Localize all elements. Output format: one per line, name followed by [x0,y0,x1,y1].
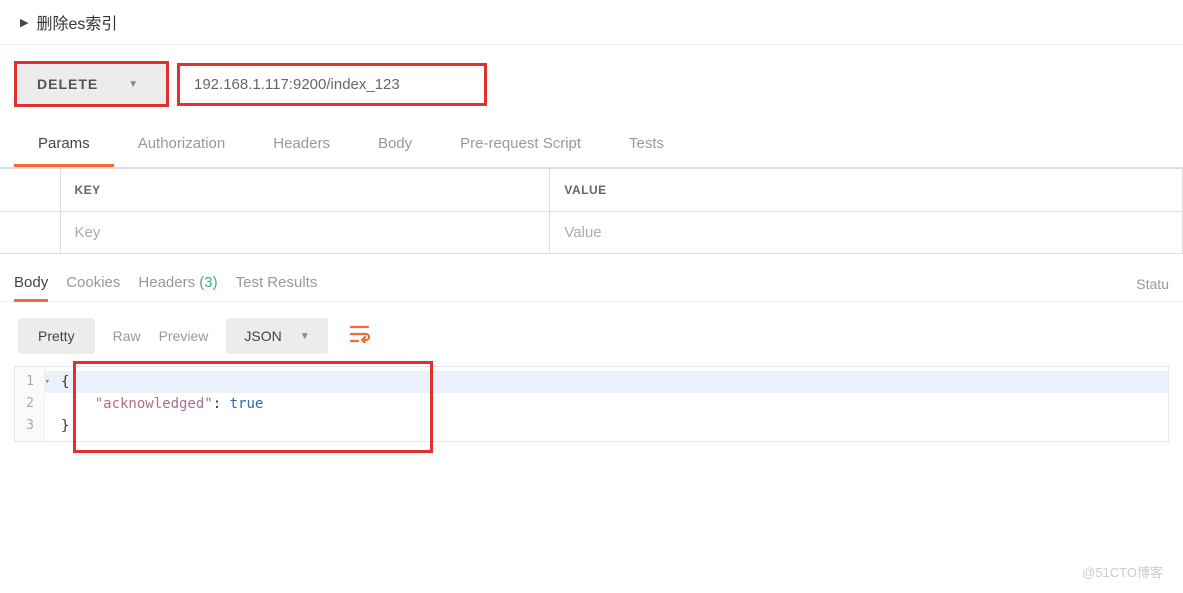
request-tabs: Params Authorization Headers Body Pre-re… [0,123,1183,168]
key-input[interactable]: Key [60,212,550,254]
line-number[interactable]: 1 [19,371,40,393]
chevron-down-icon: ▼ [300,331,310,342]
tab-test-results[interactable]: Test Results [236,266,318,302]
value-input[interactable]: Value [550,212,1183,254]
code-line: "acknowledged": true [45,393,1168,415]
params-table: KEY VALUE Key Value [0,168,1183,254]
value-column-header: VALUE [550,169,1183,212]
tab-body[interactable]: Body [354,123,436,167]
tab-headers[interactable]: Headers [249,123,354,167]
line-number: 3 [19,415,40,437]
preview-button[interactable]: Preview [159,328,209,344]
url-input[interactable]: 192.168.1.117:9200/index_123 [177,63,487,106]
json-value: true [230,396,264,412]
watermark: @51CTO博客 [1082,562,1163,581]
line-number: 2 [19,393,40,415]
key-column-header: KEY [60,169,550,212]
response-tabs: Body Cookies Headers (3) Test Results St… [0,254,1183,302]
code-line: } [45,415,1168,437]
format-label: JSON [244,328,281,344]
tab-response-headers[interactable]: Headers (3) [138,266,217,302]
json-key: "acknowledged" [95,396,213,412]
request-header: ▶ 删除es索引 [0,0,1183,45]
request-title: 删除es索引 [36,10,117,34]
status-label: Statu [1136,276,1169,292]
collapse-triangle-icon[interactable]: ▶ [20,16,28,29]
headers-count: (3) [199,274,217,291]
chevron-down-icon: ▼ [128,79,138,90]
response-body-code: 1 2 3 { "acknowledged": true } [14,366,1169,442]
http-method-label: DELETE [37,76,98,92]
pretty-button[interactable]: Pretty [18,318,95,354]
tab-response-cookies[interactable]: Cookies [66,266,120,302]
checkbox-col [0,169,60,212]
tab-params[interactable]: Params [14,123,114,167]
format-dropdown[interactable]: JSON ▼ [226,318,327,354]
tab-response-body[interactable]: Body [14,266,48,302]
http-method-dropdown[interactable]: DELETE ▼ [14,61,169,107]
checkbox-cell[interactable] [0,212,60,254]
wrap-lines-icon[interactable] [346,321,376,352]
tab-tests[interactable]: Tests [605,123,688,167]
raw-button[interactable]: Raw [113,328,141,344]
response-toolbar: Pretty Raw Preview JSON ▼ [0,302,1183,366]
code-content[interactable]: { "acknowledged": true } [45,367,1168,441]
line-gutter: 1 2 3 [15,367,45,441]
tab-authorization[interactable]: Authorization [114,123,250,167]
code-line: { [45,371,1168,393]
tab-prerequest[interactable]: Pre-request Script [436,123,605,167]
headers-label: Headers [138,274,195,291]
request-line: DELETE ▼ 192.168.1.117:9200/index_123 [0,45,1183,123]
